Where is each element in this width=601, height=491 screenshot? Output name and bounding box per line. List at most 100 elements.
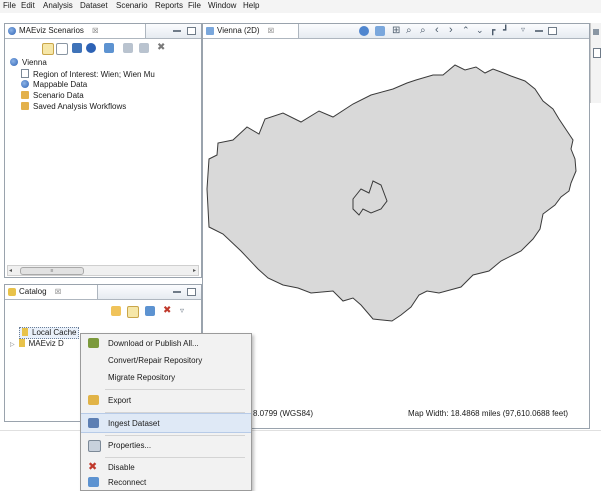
menu-item-reconnect[interactable]: Reconnect bbox=[81, 473, 251, 491]
menu-item-label: Export bbox=[108, 396, 132, 405]
tab-maeviz-scenarios[interactable]: MAEviz Scenarios ☒ bbox=[5, 24, 146, 38]
measure-icon[interactable]: ┛ bbox=[503, 25, 508, 36]
refresh-icon[interactable] bbox=[104, 43, 114, 53]
scenarios-toolbar: ✖ bbox=[37, 41, 197, 55]
reconnect-icon bbox=[88, 477, 99, 487]
menu-item-label: Properties... bbox=[108, 441, 152, 450]
side-panel-stub bbox=[590, 23, 601, 103]
menu-item-migrate[interactable]: Migrate Repository bbox=[81, 368, 251, 386]
globe-icon bbox=[21, 80, 29, 88]
vienna-boundary bbox=[206, 64, 577, 322]
tree-item-saved-workflows[interactable]: Saved Analysis Workflows bbox=[21, 102, 126, 112]
menu-help[interactable]: Help bbox=[243, 1, 259, 10]
menu-scenario[interactable]: Scenario bbox=[116, 1, 148, 10]
tree-item-maeviz[interactable]: ▷ MAEviz D bbox=[10, 339, 64, 349]
tab-label: Catalog bbox=[19, 287, 47, 296]
pan-right-icon[interactable]: › bbox=[449, 24, 453, 36]
globe-icon[interactable] bbox=[359, 26, 369, 36]
pan-left-icon[interactable]: ‹ bbox=[435, 24, 439, 36]
add-repository-icon[interactable] bbox=[111, 306, 121, 316]
panel-icon[interactable] bbox=[593, 29, 599, 35]
menu-dataset[interactable]: Dataset bbox=[80, 1, 108, 10]
horizontal-scrollbar[interactable]: ◂ ≡ ▸ bbox=[7, 265, 199, 276]
scenario-tree: Vienna Region of Interest: Wien; Wien Mu… bbox=[5, 58, 201, 258]
minimize-icon[interactable] bbox=[535, 30, 543, 32]
maximize-icon[interactable] bbox=[187, 27, 196, 35]
catalog-toolbar: ✖ ▿ bbox=[105, 305, 197, 319]
download-icon bbox=[88, 338, 99, 348]
view-menu-icon[interactable]: ▿ bbox=[521, 25, 525, 34]
menu-item-ingest-dataset[interactable]: Ingest Dataset bbox=[81, 413, 251, 433]
page-icon[interactable] bbox=[56, 43, 68, 55]
layers-icon[interactable] bbox=[375, 26, 385, 36]
menu-item-export[interactable]: Export bbox=[81, 391, 251, 409]
scroll-right-icon[interactable]: ▸ bbox=[193, 267, 196, 274]
close-icon[interactable]: ☒ bbox=[92, 28, 98, 35]
delete-icon[interactable]: ✖ bbox=[163, 305, 171, 316]
map-icon bbox=[206, 27, 214, 35]
scenarios-tab-bar: MAEviz Scenarios ☒ bbox=[5, 24, 201, 39]
context-menu: Download or Publish All... Convert/Repai… bbox=[80, 333, 252, 491]
maximize-icon[interactable] bbox=[187, 288, 196, 296]
tree-label: Local Cache bbox=[32, 328, 77, 337]
pan-up-icon[interactable]: ⌃ bbox=[462, 25, 470, 36]
view-menu-icon[interactable]: ▿ bbox=[180, 306, 184, 315]
menu-item-properties[interactable]: Properties... bbox=[81, 436, 251, 454]
tab-vienna-2d[interactable]: Vienna (2D) ☒ bbox=[203, 24, 299, 38]
toolbar-strip bbox=[0, 13, 601, 22]
minimize-icon[interactable] bbox=[173, 30, 181, 32]
tree-label: Vienna bbox=[22, 58, 47, 67]
grid-icon[interactable]: ⊞ bbox=[392, 25, 400, 36]
repository-icon bbox=[22, 328, 28, 336]
expand-icon[interactable]: ▷ bbox=[10, 342, 15, 348]
zoom-out-icon[interactable]: ⌕ bbox=[420, 25, 426, 36]
tab-label: Vienna (2D) bbox=[217, 26, 260, 35]
map-status-bar: 8.0799 (WGS84) Map Width: 18.4868 miles … bbox=[203, 406, 589, 420]
grid-icon[interactable] bbox=[72, 43, 82, 53]
new-folder-icon[interactable] bbox=[127, 306, 139, 318]
menu-item-label: Convert/Repair Repository bbox=[108, 356, 203, 365]
menu-file-2[interactable]: File bbox=[188, 1, 201, 10]
minimize-icon[interactable] bbox=[173, 291, 181, 293]
tree-item-local-cache[interactable]: Local Cache bbox=[19, 327, 80, 339]
menu-window[interactable]: Window bbox=[208, 1, 236, 10]
tree-label: Mappable Data bbox=[33, 80, 88, 89]
close-icon[interactable]: ☒ bbox=[268, 28, 274, 35]
disable-icon: ✖ bbox=[88, 461, 98, 473]
menu-file[interactable]: File bbox=[3, 1, 16, 10]
catalog-tab-bar: Catalog ☒ bbox=[5, 285, 201, 300]
tree-item-mappable[interactable]: Mappable Data bbox=[21, 80, 87, 90]
maximize-icon[interactable] bbox=[548, 27, 557, 35]
menu-analysis[interactable]: Analysis bbox=[43, 1, 73, 10]
refresh-icon[interactable] bbox=[145, 306, 155, 316]
tree-item-vienna[interactable]: Vienna bbox=[10, 58, 47, 68]
menu-item-label: Migrate Repository bbox=[108, 373, 176, 382]
map-panel: Vienna (2D) ☒ ⊞ ⌕ ⌕ ‹ › ⌃ ⌄ ┏ ┛ ▿ 8.0799… bbox=[202, 23, 590, 429]
select-icon[interactable]: ┏ bbox=[490, 25, 495, 36]
restore-icon[interactable] bbox=[593, 48, 601, 58]
globe-icon[interactable] bbox=[86, 43, 96, 53]
map-canvas[interactable] bbox=[203, 39, 589, 399]
tab-catalog[interactable]: Catalog ☒ bbox=[5, 285, 98, 299]
menu-reports[interactable]: Reports bbox=[155, 1, 183, 10]
menu-item-convert-repair[interactable]: Convert/Repair Repository bbox=[81, 351, 251, 369]
scroll-left-icon[interactable]: ◂ bbox=[9, 267, 12, 274]
menu-edit[interactable]: Edit bbox=[21, 1, 35, 10]
scenarios-panel: MAEviz Scenarios ☒ ✖ Vienna Region of In… bbox=[4, 23, 202, 278]
tree-item-region[interactable]: Region of Interest: Wien; Wien Mu bbox=[21, 69, 155, 79]
tree-label: MAEviz D bbox=[28, 339, 64, 348]
zoom-in-icon[interactable]: ⌕ bbox=[406, 25, 412, 36]
menu-item-download-publish[interactable]: Download or Publish All... bbox=[81, 334, 251, 352]
pan-down-icon[interactable]: ⌄ bbox=[476, 25, 484, 36]
tree-item-scenario-data[interactable]: Scenario Data bbox=[21, 91, 84, 101]
move-down-icon[interactable] bbox=[123, 43, 133, 53]
catalog-icon bbox=[8, 288, 16, 296]
close-icon[interactable]: ☒ bbox=[55, 289, 61, 296]
map-tab-bar: Vienna (2D) ☒ ⊞ ⌕ ⌕ ‹ › ⌃ ⌄ ┏ ┛ ▿ bbox=[203, 24, 589, 39]
new-scenario-icon[interactable] bbox=[42, 43, 54, 55]
menu-item-label: Ingest Dataset bbox=[108, 419, 160, 428]
scrollbar-thumb[interactable]: ≡ bbox=[20, 267, 84, 275]
folder-icon bbox=[21, 91, 29, 99]
move-up-icon[interactable] bbox=[139, 43, 149, 53]
delete-icon[interactable]: ✖ bbox=[157, 42, 165, 53]
